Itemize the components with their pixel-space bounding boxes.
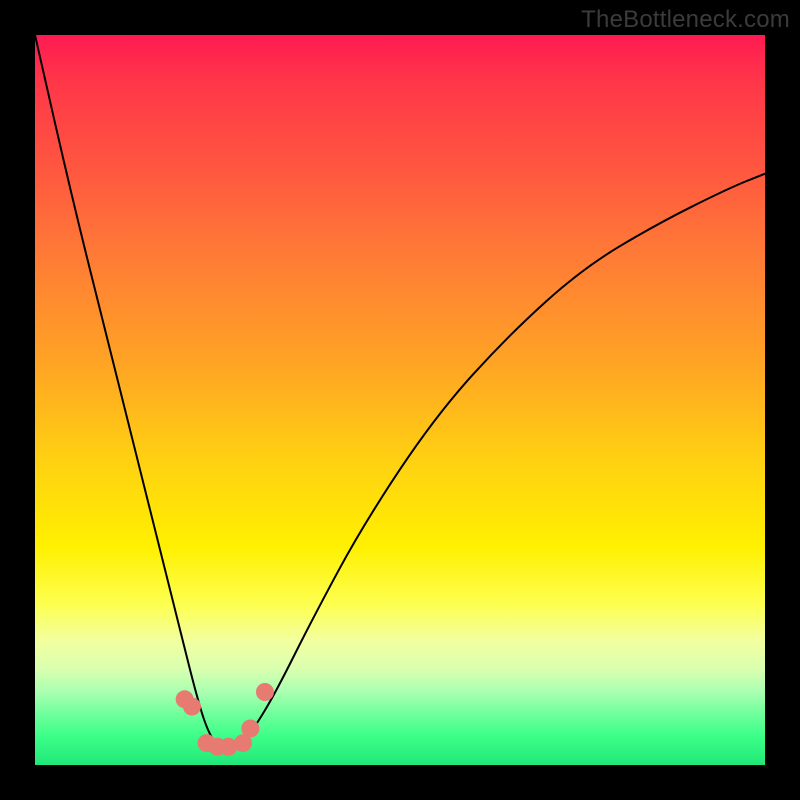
curve-marker xyxy=(241,720,259,738)
outer-frame: TheBottleneck.com xyxy=(0,0,800,800)
watermark-text: TheBottleneck.com xyxy=(581,6,790,34)
curve-marker xyxy=(256,683,274,701)
bottleneck-curve xyxy=(35,35,765,749)
plot-area xyxy=(35,35,765,765)
curve-marker xyxy=(183,698,201,716)
chart-svg xyxy=(35,35,765,765)
